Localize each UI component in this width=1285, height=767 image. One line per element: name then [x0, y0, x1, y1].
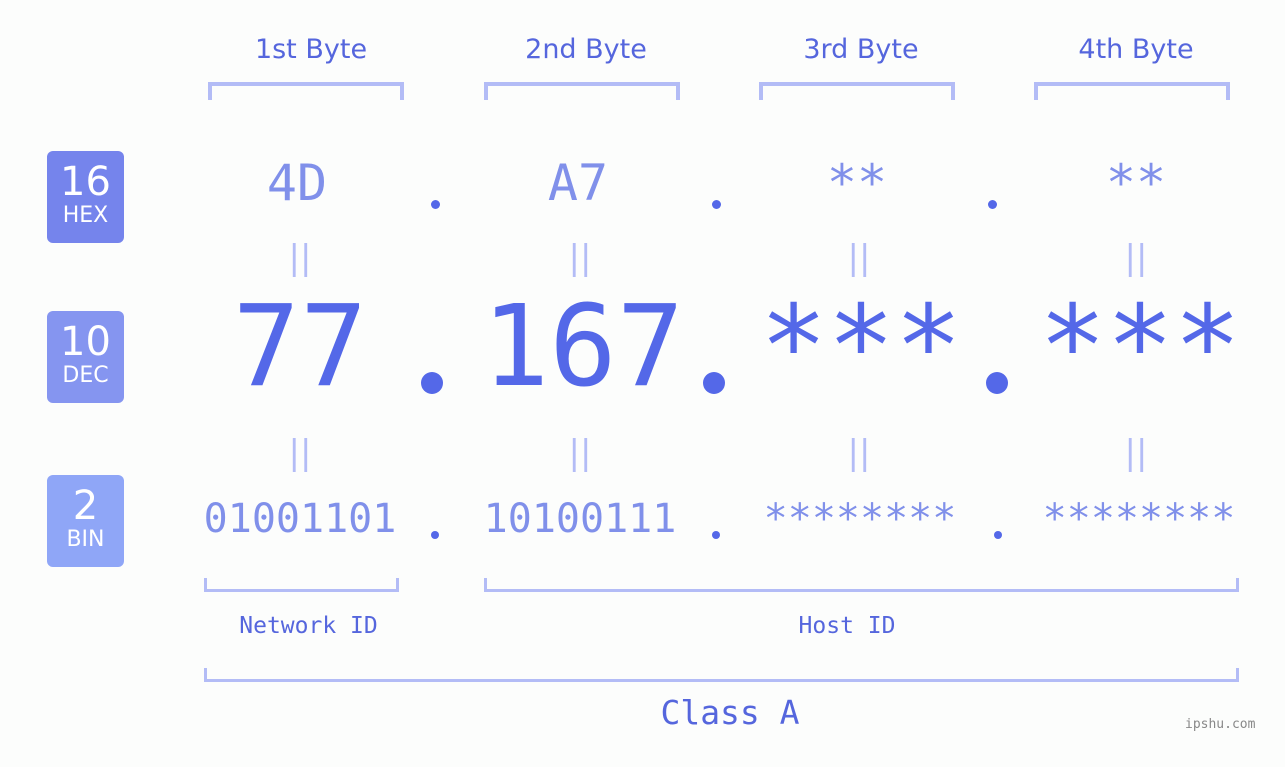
- dec-badge: 10 DEC: [47, 311, 124, 403]
- equals-icon: ||: [1124, 433, 1148, 473]
- host-id-label: Host ID: [798, 613, 896, 639]
- dec-byte-3: ***: [759, 282, 963, 412]
- dec-dot-1: [421, 372, 443, 394]
- bin-badge: 2 BIN: [47, 475, 124, 567]
- dec-byte-4: ***: [1038, 282, 1242, 412]
- equals-icon: ||: [288, 433, 312, 473]
- bin-dot-3: [994, 531, 1002, 539]
- bin-byte-2: 10100111: [483, 496, 677, 542]
- watermark: ipshu.com: [1185, 717, 1256, 732]
- hex-dot-2: [712, 200, 721, 209]
- hex-byte-3: **: [826, 154, 888, 212]
- hex-byte-4: **: [1105, 154, 1167, 212]
- dec-badge-number: 10: [60, 319, 111, 365]
- bin-badge-label: BIN: [66, 527, 105, 552]
- bin-dot-1: [431, 531, 439, 539]
- byte-bracket-1: [208, 82, 404, 100]
- byte-header-4: 4th Byte: [1078, 34, 1194, 65]
- dec-byte-1: 77: [232, 282, 368, 412]
- class-bracket: [204, 668, 1239, 682]
- class-label: Class A: [660, 693, 800, 732]
- bin-dot-2: [712, 531, 720, 539]
- dec-dot-2: [703, 372, 725, 394]
- host-id-bracket: [484, 578, 1239, 592]
- bin-byte-3: ********: [763, 496, 957, 542]
- bin-byte-1: 01001101: [203, 496, 397, 542]
- equals-icon: ||: [1124, 238, 1148, 278]
- network-id-label: Network ID: [239, 613, 378, 639]
- dec-badge-label: DEC: [62, 363, 109, 388]
- dec-byte-2: 167: [481, 282, 685, 412]
- hex-badge-number: 16: [60, 159, 111, 205]
- bin-byte-4: ********: [1042, 496, 1236, 542]
- byte-header-3: 3rd Byte: [803, 34, 919, 65]
- equals-icon: ||: [568, 433, 592, 473]
- hex-dot-3: [988, 200, 997, 209]
- hex-byte-1: 4D: [266, 154, 328, 212]
- byte-bracket-2: [484, 82, 680, 100]
- equals-icon: ||: [288, 238, 312, 278]
- hex-badge-label: HEX: [62, 203, 109, 228]
- equals-icon: ||: [847, 433, 871, 473]
- equals-icon: ||: [847, 238, 871, 278]
- dec-dot-3: [986, 372, 1008, 394]
- byte-header-2: 2nd Byte: [525, 34, 647, 65]
- hex-dot-1: [431, 200, 440, 209]
- hex-byte-2: A7: [547, 154, 609, 212]
- bin-badge-number: 2: [72, 483, 99, 529]
- byte-bracket-3: [759, 82, 955, 100]
- byte-header-1: 1st Byte: [254, 34, 368, 65]
- byte-bracket-4: [1034, 82, 1230, 100]
- network-id-bracket: [204, 578, 399, 592]
- hex-badge: 16 HEX: [47, 151, 124, 243]
- equals-icon: ||: [568, 238, 592, 278]
